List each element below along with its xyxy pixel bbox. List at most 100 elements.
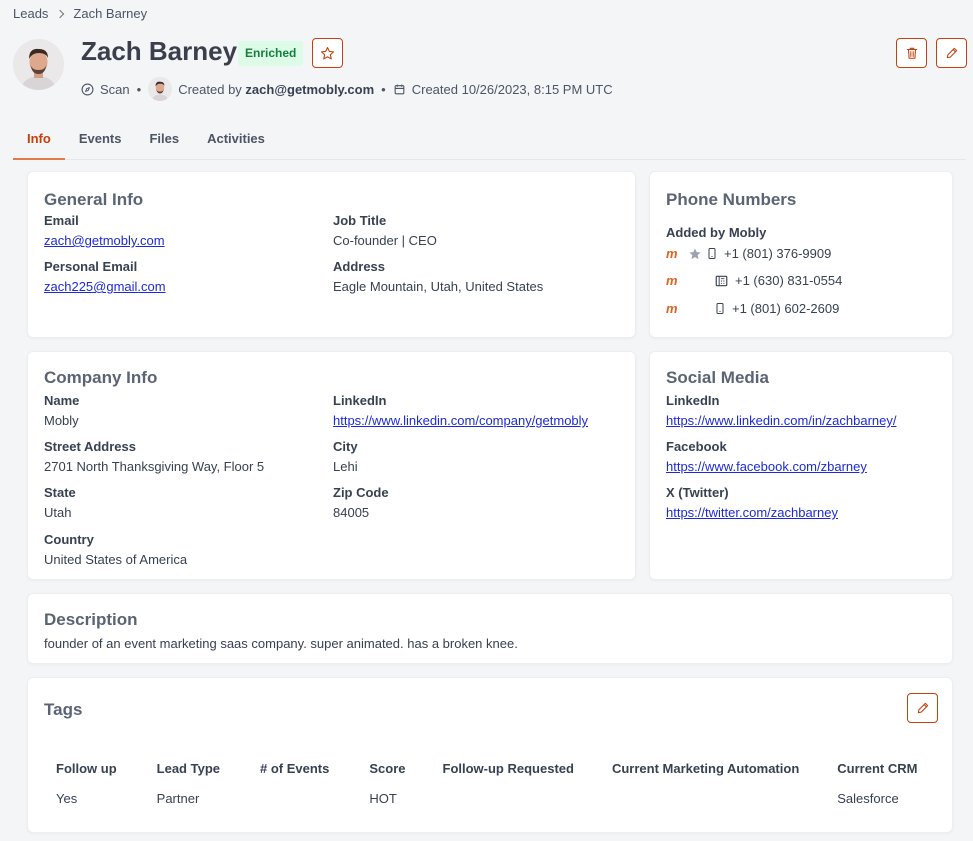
- table-header-row: Follow up Lead Type # of Events Score Fo…: [44, 754, 929, 778]
- breadcrumb-current: Zach Barney: [73, 6, 148, 21]
- job-title-field: Job Title Co-founder | CEO: [333, 213, 437, 248]
- company-linkedin-link[interactable]: https://www.linkedin.com/company/getmobl…: [333, 413, 588, 428]
- mobile-icon: [708, 248, 716, 259]
- email-field: Email zach@getmobly.com: [44, 213, 165, 248]
- favorite-button[interactable]: [312, 38, 343, 68]
- field-label: X (Twitter): [666, 485, 729, 500]
- street-address-field: Street Address 2701 North Thanksgiving W…: [44, 439, 264, 474]
- field-label: Country: [44, 532, 94, 547]
- card-title: Description: [44, 610, 138, 629]
- description-text-field: founder of an event marketing saas compa…: [44, 636, 518, 651]
- status-badge: Enriched: [238, 41, 304, 66]
- field-label: Zip Code: [333, 485, 389, 500]
- star-filled-icon[interactable]: [688, 247, 702, 261]
- table-cell: Partner: [156, 790, 200, 806]
- social-twitter-link[interactable]: https://twitter.com/zachbarney: [666, 505, 838, 520]
- mobile-icon: [716, 303, 724, 314]
- field-label: Name: [44, 393, 80, 408]
- column-header: Current Marketing Automation: [611, 760, 800, 776]
- field-label: LinkedIn: [333, 393, 387, 408]
- social-twitter-field: X (Twitter) https://twitter.com/zachbarn…: [666, 485, 838, 520]
- social-linkedin-field: LinkedIn https://www.linkedin.com/in/zac…: [666, 393, 897, 428]
- field-value: Eagle Mountain, Utah, United States: [333, 279, 544, 294]
- mobly-logo-icon: m: [666, 301, 678, 316]
- field-label: LinkedIn: [666, 393, 720, 408]
- social-facebook-link[interactable]: https://www.facebook.com/zbarney: [666, 459, 867, 474]
- personal-email-link[interactable]: zach225@gmail.com: [44, 279, 166, 294]
- star-icon: [320, 46, 335, 59]
- table-cell: [586, 778, 811, 808]
- chevron-right-icon: [56, 9, 65, 18]
- tab-bar: Info Events Files Activities: [13, 120, 966, 160]
- field-label: Added by Mobly: [666, 225, 767, 240]
- description-text: founder of an event marketing saas compa…: [44, 636, 518, 651]
- lead-meta: Scan • Created by zach@getmobly.com • Cr…: [81, 77, 613, 101]
- mobly-logo-icon: m: [666, 273, 678, 288]
- created-by-label: Created by: [178, 81, 242, 97]
- separator-dot: •: [381, 81, 386, 97]
- created-by-email: zach@getmobly.com: [245, 81, 375, 97]
- office-phone-icon: [715, 275, 728, 286]
- delete-button[interactable]: [896, 38, 927, 68]
- field-label: Personal Email: [44, 259, 138, 274]
- zip-code-field: Zip Code 84005: [333, 485, 389, 520]
- general-info-card: General Info Email zach@getmobly.com Per…: [27, 171, 636, 338]
- social-linkedin-link[interactable]: https://www.linkedin.com/in/zachbarney/: [666, 413, 897, 428]
- field-label: Facebook: [666, 439, 727, 454]
- phone-number[interactable]: +1 (630) 831-0554: [735, 273, 842, 288]
- pencil-icon: [946, 47, 957, 59]
- company-linkedin-field: LinkedIn https://www.linkedin.com/compan…: [333, 393, 588, 428]
- email-link[interactable]: zach@getmobly.com: [44, 233, 165, 248]
- field-label: Job Title: [333, 213, 387, 228]
- tab-files[interactable]: Files: [135, 120, 193, 160]
- address-field: Address Eagle Mountain, Utah, United Sta…: [333, 259, 543, 294]
- phone-row[interactable]: m +1 (801) 376-9909: [666, 246, 831, 261]
- mobly-logo-icon: m: [666, 246, 678, 261]
- card-title: General Info: [44, 190, 144, 209]
- personal-email-field: Personal Email zach225@gmail.com: [44, 259, 166, 294]
- field-label: State: [44, 485, 76, 500]
- edit-button[interactable]: [936, 38, 967, 68]
- calendar-icon: [394, 84, 405, 94]
- field-value: 2701 North Thanksgiving Way, Floor 5: [44, 459, 265, 474]
- description-card: Description founder of an event marketin…: [27, 593, 953, 664]
- column-header: Follow-up Requested: [442, 760, 574, 776]
- table-cell: [232, 778, 341, 808]
- state-field: State Utah: [44, 485, 76, 520]
- field-value: Co-founder | CEO: [333, 233, 437, 248]
- breadcrumb-leads-link[interactable]: Leads: [13, 6, 48, 21]
- company-name-field: Name Mobly: [44, 393, 79, 428]
- phone-row[interactable]: m +1 (801) 602-2609: [666, 301, 839, 316]
- tags-table: Follow up Lead Type # of Events Score Fo…: [44, 754, 929, 808]
- table-cell: HOT: [369, 790, 397, 806]
- company-info-card: Company Info Name Mobly LinkedIn https:/…: [27, 351, 636, 580]
- phone-row[interactable]: m +1 (630) 831-0554: [666, 273, 842, 288]
- field-value: Mobly: [44, 413, 79, 428]
- phone-number[interactable]: +1 (801) 602-2609: [732, 301, 839, 316]
- table-cell: [418, 778, 586, 808]
- column-header: Current CRM: [837, 760, 918, 776]
- country-field: Country United States of America: [44, 532, 187, 567]
- field-label: Address: [333, 259, 386, 274]
- lead-source: Scan: [100, 81, 130, 97]
- phone-group: Added by Mobly: [666, 225, 766, 245]
- column-header: Lead Type: [156, 760, 220, 776]
- field-label: City: [333, 439, 358, 454]
- field-value: 84005: [333, 505, 370, 520]
- tab-activities[interactable]: Activities: [193, 120, 279, 160]
- separator-dot: •: [136, 81, 142, 97]
- table-row: Yes Partner HOT Salesforce: [44, 778, 929, 808]
- social-facebook-field: Facebook https://www.facebook.com/zbarne…: [666, 439, 867, 474]
- table-cell: Salesforce: [837, 790, 899, 806]
- phone-number[interactable]: +1 (801) 376-9909: [724, 246, 831, 261]
- tab-events[interactable]: Events: [65, 120, 136, 160]
- breadcrumb: Leads Zach Barney: [13, 6, 147, 21]
- phone-numbers-card: Phone Numbers Added by Mobly m +1 (801) …: [649, 171, 953, 338]
- lead-header: Leads Zach Barney Zach Barney Enriched S…: [0, 0, 973, 160]
- tags-card: Tags Follow up Lead Type # of Events Sco…: [27, 677, 953, 833]
- tab-info[interactable]: Info: [13, 120, 65, 160]
- field-value: United States of America: [44, 552, 188, 567]
- pencil-icon: [917, 702, 928, 714]
- edit-tags-button[interactable]: [907, 693, 938, 723]
- page-title: Zach Barney: [81, 36, 238, 66]
